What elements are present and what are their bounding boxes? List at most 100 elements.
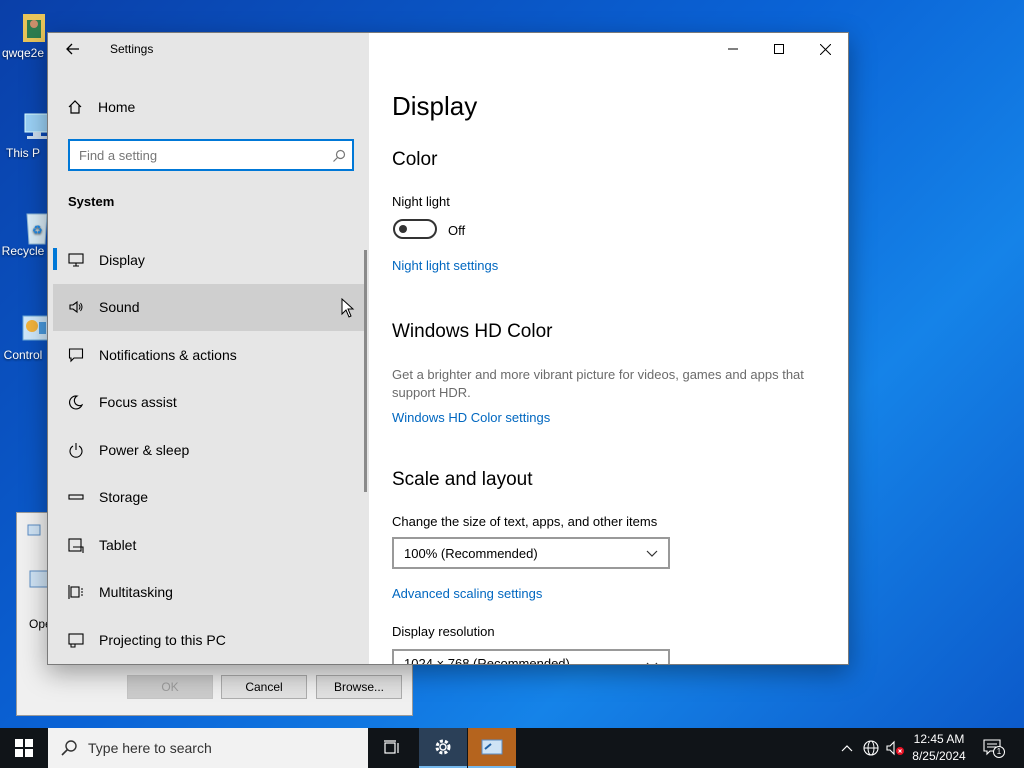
display-settings-pane: Display Color Night light Off Night ligh… xyxy=(369,33,848,664)
projecting-icon xyxy=(68,632,84,648)
section-title: System xyxy=(68,194,115,209)
night-light-state: Off xyxy=(448,223,466,238)
toggle-knob xyxy=(399,225,407,233)
clock-time: 12:45 AM xyxy=(913,732,965,746)
cancel-button[interactable]: Cancel xyxy=(221,675,307,699)
task-view-icon xyxy=(384,740,399,754)
home-label: Home xyxy=(98,99,136,115)
sidebar-item-label: Tablet xyxy=(99,536,137,553)
sidebar-item-label: Notifications & actions xyxy=(99,346,237,363)
notification-icon xyxy=(68,347,84,363)
search-icon[interactable] xyxy=(332,148,346,162)
start-button[interactable] xyxy=(0,728,48,768)
ok-button[interactable]: OK xyxy=(127,675,213,699)
svg-text:♻: ♻ xyxy=(32,223,43,237)
settings-sidebar: Settings Home System Display xyxy=(48,33,369,664)
night-light-toggle[interactable] xyxy=(393,219,437,239)
maximize-icon xyxy=(774,44,784,54)
sidebar-item-label: Storage xyxy=(99,489,149,506)
run-app-icon xyxy=(481,739,503,755)
hd-color-heading: Windows HD Color xyxy=(392,321,553,342)
system-nav-list: Display Sound Notifications & actions Fo… xyxy=(53,236,365,664)
advanced-scaling-link[interactable]: Advanced scaling settings xyxy=(392,586,542,601)
search-icon xyxy=(60,739,78,757)
taskbar-clock[interactable]: 12:45 AM 8/25/2024 xyxy=(906,731,972,765)
action-center-button[interactable]: 1 xyxy=(983,738,1005,758)
windows-logo-icon xyxy=(15,739,33,757)
sidebar-item-label: Multitasking xyxy=(99,584,173,601)
close-button[interactable] xyxy=(802,33,848,65)
search-input[interactable] xyxy=(70,141,320,169)
tablet-icon xyxy=(68,537,84,553)
sidebar-item-power-sleep[interactable]: Power & sleep xyxy=(53,426,365,474)
page-title: Display xyxy=(392,91,478,121)
taskbar-run-app[interactable] xyxy=(468,728,516,768)
mouse-cursor-icon xyxy=(341,297,355,321)
desktop-icon-label: qwqe2e xyxy=(1,46,45,60)
sidebar-item-multitasking[interactable]: Multitasking xyxy=(53,569,365,617)
scale-dropdown[interactable]: 100% (Recommended) xyxy=(392,537,670,569)
power-icon xyxy=(68,442,84,458)
resolution-value: 1024 × 768 (Recommended) xyxy=(404,656,570,665)
chevron-down-icon xyxy=(646,550,658,557)
scale-value: 100% (Recommended) xyxy=(404,545,538,561)
network-button[interactable] xyxy=(861,738,881,758)
desktop-icon-label: This P xyxy=(5,146,40,160)
find-setting-search[interactable] xyxy=(68,139,354,171)
taskbar-search-box[interactable]: Type here to search xyxy=(48,728,368,768)
sidebar-item-label: Display xyxy=(99,251,145,268)
storage-icon xyxy=(68,489,84,505)
speaker-icon xyxy=(68,299,84,315)
taskbar-settings-app[interactable] xyxy=(419,728,467,768)
task-view-button[interactable] xyxy=(368,728,416,768)
clock-date: 8/25/2024 xyxy=(912,749,966,763)
browse-button[interactable]: Browse... xyxy=(316,675,402,699)
back-arrow-icon[interactable] xyxy=(65,41,81,57)
desktop-icon-label: Recycle xyxy=(1,244,45,258)
night-light-label: Night light xyxy=(392,194,450,209)
home-icon xyxy=(67,99,83,115)
night-light-settings-link[interactable]: Night light settings xyxy=(392,258,498,273)
scale-label: Change the size of text, apps, and other… xyxy=(392,514,658,529)
notification-count-badge: 1 xyxy=(993,746,1005,758)
scale-layout-heading: Scale and layout xyxy=(392,469,533,490)
desktop-icon-label: Control xyxy=(3,348,43,362)
resolution-dropdown[interactable]: 1024 × 768 (Recommended) xyxy=(392,649,670,665)
chevron-down-icon xyxy=(646,662,658,664)
moon-icon xyxy=(68,394,84,410)
sidebar-item-label: Projecting to this PC xyxy=(99,631,226,648)
network-globe-icon xyxy=(863,740,879,756)
taskbar: Type here to search 12:45 AM 8/25/2024 1 xyxy=(0,728,1024,768)
volume-muted-icon xyxy=(886,740,904,756)
minimize-button[interactable] xyxy=(710,33,756,65)
chevron-up-icon xyxy=(841,745,853,752)
multitasking-icon xyxy=(68,584,84,600)
resolution-label: Display resolution xyxy=(392,624,495,639)
sidebar-item-label: Focus assist xyxy=(99,394,177,411)
volume-button[interactable] xyxy=(885,738,905,758)
sidebar-item-projecting[interactable]: Projecting to this PC xyxy=(53,616,365,664)
sidebar-item-storage[interactable]: Storage xyxy=(53,474,365,522)
sidebar-item-display[interactable]: Display xyxy=(53,236,365,284)
hd-color-settings-link[interactable]: Windows HD Color settings xyxy=(392,410,550,425)
hd-color-description: Get a brighter and more vibrant picture … xyxy=(392,367,804,400)
sidebar-item-focus-assist[interactable]: Focus assist xyxy=(53,379,365,427)
sidebar-item-notifications[interactable]: Notifications & actions xyxy=(53,331,365,379)
sidebar-item-label: Power & sleep xyxy=(99,441,190,458)
window-title: Settings xyxy=(110,42,154,56)
sidebar-item-tablet[interactable]: Tablet xyxy=(53,521,365,569)
minimize-icon xyxy=(728,48,738,50)
sidebar-item-sound[interactable]: Sound xyxy=(53,283,365,331)
color-heading: Color xyxy=(392,149,438,170)
show-hidden-icons-button[interactable] xyxy=(837,738,857,758)
dialog-app-icon xyxy=(27,521,41,540)
monitor-icon xyxy=(68,252,84,268)
sidebar-item-label: Sound xyxy=(99,299,140,316)
home-link[interactable]: Home xyxy=(67,99,135,115)
close-icon xyxy=(819,43,831,55)
taskbar-search-placeholder: Type here to search xyxy=(88,740,212,756)
maximize-button[interactable] xyxy=(756,33,802,65)
sidebar-scrollbar[interactable] xyxy=(364,250,367,492)
settings-window: Settings Home System Display xyxy=(47,32,849,665)
gear-icon xyxy=(435,739,451,755)
